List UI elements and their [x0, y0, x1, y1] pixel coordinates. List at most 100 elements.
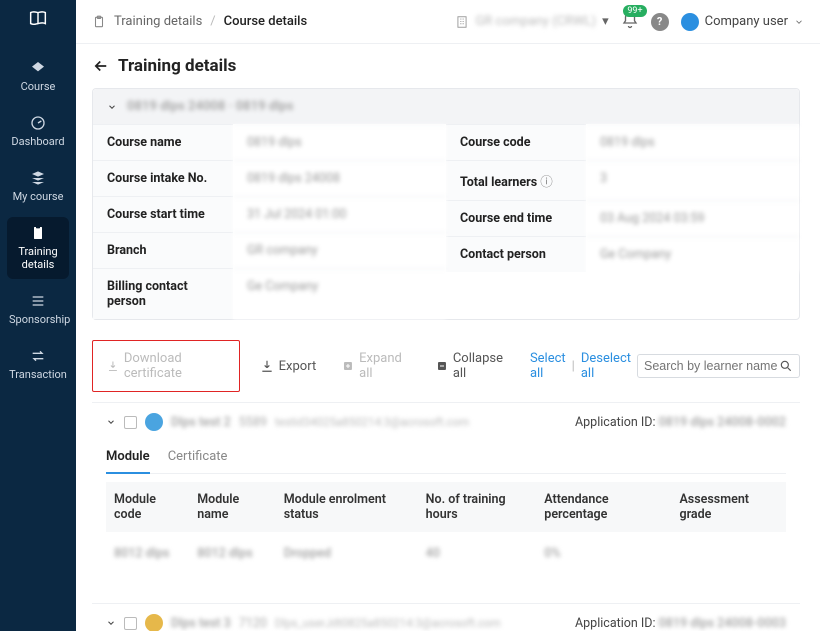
- val-intake: 0819 dlps 24008: [233, 160, 446, 196]
- building-icon: [455, 15, 469, 29]
- breadcrumb: Training details / Course details: [92, 14, 307, 29]
- expand-all-button[interactable]: Expand all: [336, 347, 416, 385]
- col-module-code: Module code: [106, 482, 189, 532]
- user-menu[interactable]: Company user: [681, 13, 804, 31]
- lbl-total: Total learners ⓘ: [446, 160, 586, 200]
- cell-code: 8012 dlps: [106, 532, 189, 575]
- nav-training-details[interactable]: Training details: [7, 217, 69, 279]
- nav-sponsorship[interactable]: Sponsorship: [7, 285, 69, 334]
- learner-code: 5589: [239, 415, 267, 430]
- lbl-billing: Billing contact person: [93, 268, 233, 319]
- info-icon[interactable]: ⓘ: [540, 175, 553, 190]
- nav-label: Course: [21, 80, 56, 93]
- page-title: Training details: [92, 56, 800, 76]
- nav-dashboard[interactable]: Dashboard: [7, 107, 69, 156]
- clipboard-icon: [92, 15, 106, 29]
- learner-row: Dlps test 3 7120 Dlps_userJdt0825a850214…: [92, 603, 800, 631]
- export-icon: [260, 359, 274, 373]
- val-code: 0819 dlps: [586, 124, 799, 160]
- nav-label: My course: [13, 190, 64, 203]
- learner-checkbox[interactable]: [124, 416, 137, 429]
- application-id: Application ID: 0819 dlps 24008-0002: [575, 415, 786, 430]
- company-selector[interactable]: GR company (CRWL) ▾: [455, 14, 608, 29]
- tab-module[interactable]: Module: [106, 445, 150, 474]
- back-arrow-icon[interactable]: [92, 57, 110, 75]
- company-name: GR company (CRWL): [475, 14, 596, 29]
- nav-course[interactable]: Course: [7, 52, 69, 101]
- search-box[interactable]: [637, 354, 800, 378]
- breadcrumb-parent[interactable]: Training details: [114, 14, 202, 29]
- search-icon: [779, 359, 793, 373]
- col-training-hours: No. of training hours: [418, 482, 537, 532]
- application-id: Application ID: 0819 dlps 24008-0003: [575, 616, 786, 631]
- page-title-text: Training details: [118, 56, 236, 76]
- val-total: 3: [586, 160, 799, 200]
- chevron-down-icon: [794, 17, 804, 27]
- download-certificate-button[interactable]: Download certificate: [101, 347, 231, 385]
- help-button[interactable]: ?: [651, 13, 669, 31]
- avatar: [681, 13, 699, 31]
- nav-label: Dashboard: [11, 135, 64, 148]
- learner-name: Dlps test 2: [171, 415, 231, 430]
- val-branch: GR company: [233, 232, 446, 268]
- col-module-status: Module enrolment status: [276, 482, 418, 532]
- lbl-contact: Contact person: [446, 236, 586, 272]
- lbl-start: Course start time: [93, 196, 233, 232]
- learner-email: testid34025a850214:3@acrosoft.com: [275, 415, 469, 429]
- lbl-intake: Course intake No.: [93, 160, 233, 196]
- summary-header[interactable]: 0819 dlps 24008 · 0819 dlps: [93, 89, 799, 124]
- expand-icon: [342, 359, 354, 373]
- download-icon: [107, 359, 119, 373]
- sidebar: Course Dashboard My course Training deta…: [0, 0, 76, 631]
- caret-down-icon: ▾: [602, 14, 609, 29]
- course-summary-card: 0819 dlps 24008 · 0819 dlps Course name0…: [92, 88, 800, 320]
- search-input[interactable]: [644, 359, 779, 373]
- learner-tabs: Module Certificate: [106, 445, 786, 474]
- cell-grade: [671, 532, 786, 575]
- deselect-all-link[interactable]: Deselect all: [581, 351, 631, 381]
- learner-name: Dlps test 3: [171, 616, 231, 631]
- chevron-down-icon[interactable]: [106, 417, 116, 427]
- cell-name: 8012 dlps: [189, 532, 275, 575]
- val-start: 31 Jul 2024 01:00: [233, 196, 446, 232]
- collapse-icon: [436, 359, 448, 373]
- lbl-code: Course code: [446, 124, 586, 160]
- nav-label: Training details: [18, 245, 57, 271]
- topbar: Training details / Course details GR com…: [76, 0, 820, 44]
- user-name: Company user: [705, 14, 788, 29]
- summary-title: 0819 dlps 24008 · 0819 dlps: [127, 99, 294, 114]
- notification-badge: 99+: [623, 5, 646, 17]
- notifications-button[interactable]: 99+: [621, 11, 639, 33]
- breadcrumb-current: Course details: [224, 14, 308, 29]
- cell-status: Dropped: [276, 532, 418, 575]
- val-billing: Ge Company: [233, 268, 446, 319]
- chevron-down-icon[interactable]: [106, 618, 116, 628]
- col-grade: Assessment grade: [671, 482, 786, 532]
- val-end: 03 Aug 2024 03:59: [586, 200, 799, 236]
- val-course-name: 0819 dlps: [233, 124, 446, 160]
- learner-checkbox[interactable]: [124, 617, 137, 630]
- avatar: [145, 413, 163, 431]
- nav-transaction[interactable]: Transaction: [7, 340, 69, 389]
- nav-label: Sponsorship: [9, 313, 70, 326]
- chevron-down-icon: [107, 102, 117, 112]
- download-label: Download certificate: [124, 351, 225, 381]
- val-contact: Ge Company: [586, 236, 799, 272]
- collapse-label: Collapse all: [453, 351, 510, 381]
- app-logo: [27, 8, 49, 34]
- export-button[interactable]: Export: [254, 355, 323, 378]
- learner-code: 7120: [239, 616, 267, 631]
- col-module-name: Module name: [189, 482, 275, 532]
- collapse-all-button[interactable]: Collapse all: [430, 347, 516, 385]
- select-all-link[interactable]: Select all: [530, 351, 566, 381]
- breadcrumb-sep: /: [210, 14, 215, 29]
- export-label: Export: [279, 359, 317, 374]
- lbl-course-name: Course name: [93, 124, 233, 160]
- module-table: Module code Module name Module enrolment…: [106, 482, 786, 575]
- cell-hours: 40: [418, 532, 537, 575]
- nav-my-course[interactable]: My course: [7, 162, 69, 211]
- tab-certificate[interactable]: Certificate: [168, 445, 228, 473]
- avatar: [145, 614, 163, 631]
- toolbar: Download certificate Export Expand all C…: [92, 334, 800, 402]
- col-attendance: Attendance percentage: [536, 482, 671, 532]
